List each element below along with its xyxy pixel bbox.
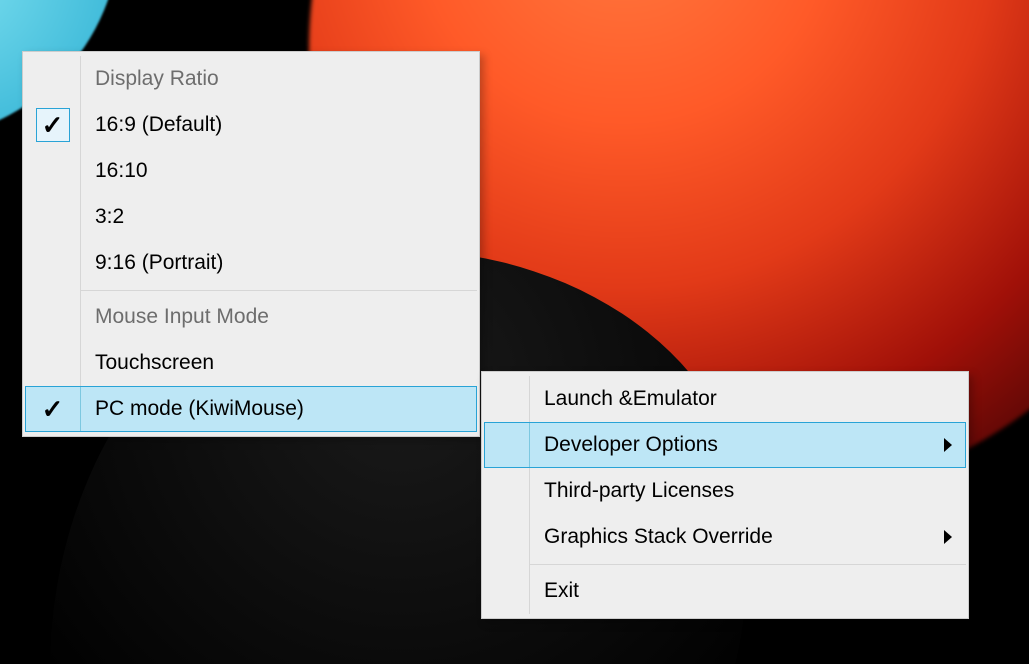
menu-item-launch-emulator[interactable]: Launch &Emulator <box>484 376 966 422</box>
menu-item-mouse-pc-mode[interactable]: ✓ PC mode (KiwiMouse) <box>25 386 477 432</box>
section-label: Mouse Input Mode <box>95 305 269 329</box>
menu-item-label: 3:2 <box>95 205 124 229</box>
menu-item-ratio-16-9[interactable]: ✓ 16:9 (Default) <box>25 102 477 148</box>
check-icon: ✓ <box>42 396 64 422</box>
menu-item-label: 16:10 <box>95 159 148 183</box>
menu-item-developer-options[interactable]: Developer Options <box>484 422 966 468</box>
menu-item-label: Third-party Licenses <box>544 479 734 503</box>
menu-item-ratio-3-2[interactable]: 3:2 <box>25 194 477 240</box>
menu-item-label: Developer Options <box>544 433 718 457</box>
menu-item-label: PC mode (KiwiMouse) <box>95 397 304 421</box>
menu-item-mouse-touchscreen[interactable]: Touchscreen <box>25 340 477 386</box>
menu-item-label: 9:16 (Portrait) <box>95 251 223 275</box>
section-header-display-ratio: Display Ratio <box>25 56 477 102</box>
menu-item-label: 16:9 (Default) <box>95 113 222 137</box>
section-header-mouse-input: Mouse Input Mode <box>25 294 477 340</box>
section-label: Display Ratio <box>95 67 219 91</box>
check-icon: ✓ <box>42 112 64 138</box>
menu-item-label: Exit <box>544 579 579 603</box>
developer-options-submenu: Display Ratio ✓ 16:9 (Default) 16:10 3:2… <box>22 51 480 437</box>
menu-item-graphics-stack-override[interactable]: Graphics Stack Override <box>484 514 966 560</box>
menu-item-ratio-9-16[interactable]: 9:16 (Portrait) <box>25 240 477 286</box>
menu-item-label: Graphics Stack Override <box>544 525 773 549</box>
checked-indicator: ✓ <box>36 108 70 142</box>
menu-separator <box>484 560 966 568</box>
menu-separator <box>25 286 477 294</box>
menu-item-exit[interactable]: Exit <box>484 568 966 614</box>
submenu-arrow-icon <box>944 530 952 544</box>
menu-item-label: Touchscreen <box>95 351 214 375</box>
main-context-menu: Launch &Emulator Developer Options Third… <box>481 371 969 619</box>
menu-item-ratio-16-10[interactable]: 16:10 <box>25 148 477 194</box>
menu-item-third-party-licenses[interactable]: Third-party Licenses <box>484 468 966 514</box>
menu-item-label: Launch &Emulator <box>544 387 717 411</box>
submenu-arrow-icon <box>944 438 952 452</box>
